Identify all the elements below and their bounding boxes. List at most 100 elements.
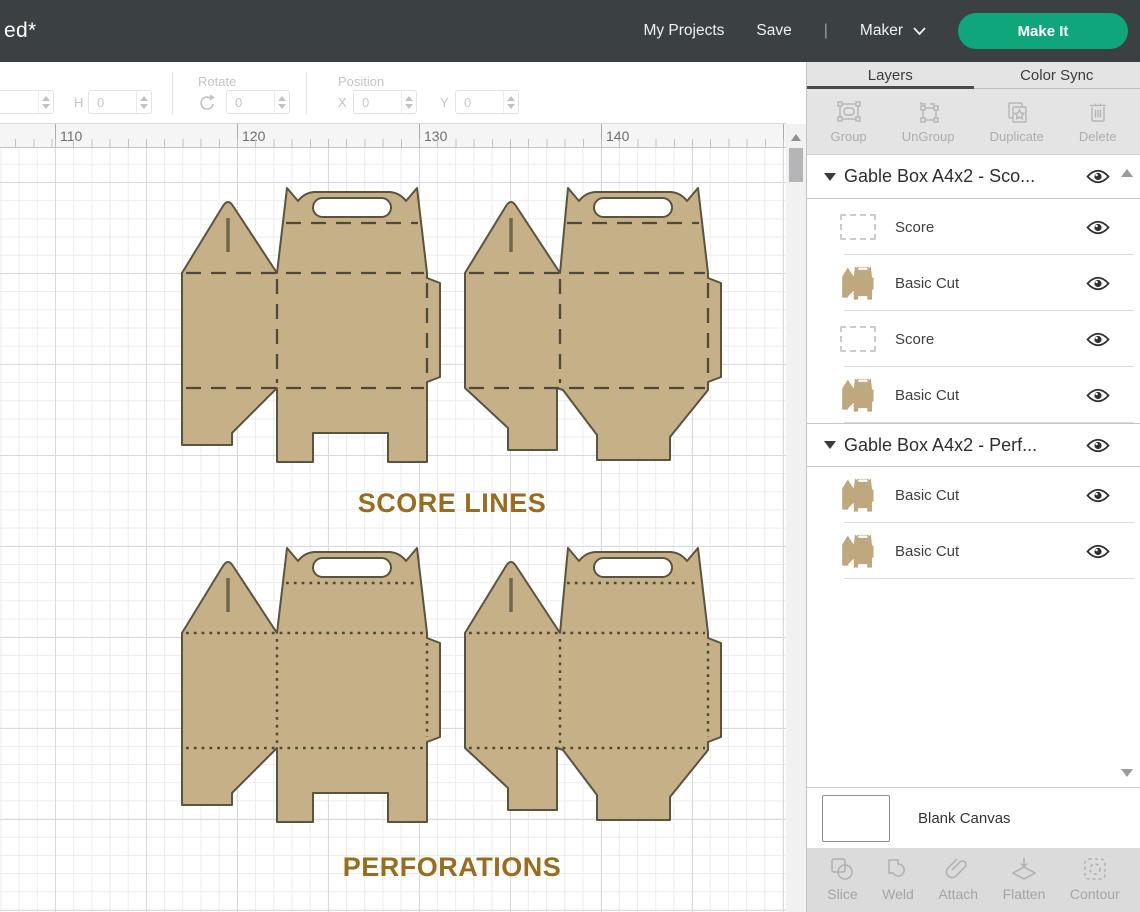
ruler-tick-140: 140 [606,128,629,144]
score-lines-text[interactable]: SCORE LINES [358,488,547,518]
score-line-icon [839,322,877,356]
rotate-field[interactable]: 0 [226,90,290,114]
machine-name: Maker [860,22,903,40]
layer-row-basic-cut[interactable]: Basic Cut [807,523,1140,579]
group-button[interactable]: Group [831,99,867,144]
position-y-field[interactable]: 0 [455,90,519,114]
edit-toolbar: 0 H 0 Rotate 0 Position X 0 [0,62,786,124]
layer-row-score[interactable]: Score [807,311,1140,367]
gable-box-thumbnail-icon [839,266,877,300]
layer-group-row[interactable]: Gable Box A4x2 - Sco... [807,155,1140,199]
position-x-label: X [338,95,347,110]
width-field[interactable]: 0 [0,90,54,114]
perforations-text[interactable]: PERFORATIONS [343,852,562,882]
layer-list: Gable Box A4x2 - Sco... Score [807,155,1140,787]
visibility-eye-icon[interactable] [1086,487,1110,504]
position-x-value: 0 [354,95,401,110]
height-value: 0 [89,95,136,110]
position-y-value: 0 [456,95,503,110]
save-link[interactable]: Save [756,22,791,40]
app-window: ed* My Projects Save | Maker Make It 0 [0,0,1140,912]
tab-color-sync[interactable]: Color Sync [974,62,1140,88]
width-stepper[interactable] [38,91,53,113]
make-it-button[interactable]: Make It [958,13,1128,49]
rotate-label: Rotate [198,74,236,89]
layer-scroll-down-icon[interactable] [1121,769,1133,777]
blank-canvas-row[interactable]: Blank Canvas [807,787,1140,848]
ungroup-button[interactable]: UnGroup [902,99,955,144]
visibility-eye-icon[interactable] [1086,275,1110,292]
layer-row-score[interactable]: Score [807,199,1140,255]
visibility-eye-icon[interactable] [1086,331,1110,348]
slice-button[interactable]: Slice [827,854,857,902]
position-y-stepper[interactable] [503,91,518,113]
position-x-field[interactable]: 0 [353,90,417,114]
group-icon [836,99,862,125]
ruler-tick-120: 120 [242,128,265,144]
position-x-stepper[interactable] [401,91,416,113]
group-title: Gable Box A4x2 - Perf... [844,435,1086,456]
position-y-label: Y [440,95,449,110]
machine-selector[interactable]: Maker [860,22,926,40]
collapse-caret-icon[interactable] [824,441,836,449]
visibility-eye-icon[interactable] [1086,387,1110,404]
layer-group-row[interactable]: Gable Box A4x2 - Perf... [807,423,1140,467]
duplicate-icon [1004,99,1030,125]
tab-layers[interactable]: Layers [807,62,974,88]
width-value: 0 [0,95,38,110]
contour-button[interactable]: Contour [1070,854,1120,902]
scroll-up-arrow-icon[interactable] [791,134,801,141]
position-label: Position [338,74,384,89]
visibility-eye-icon[interactable] [1086,168,1110,185]
rotate-icon[interactable] [198,93,218,113]
blank-canvas-label: Blank Canvas [918,810,1011,827]
horizontal-ruler: 110 120 130 140 [0,124,786,148]
height-stepper[interactable] [136,91,151,113]
flatten-icon [1009,854,1039,884]
visibility-eye-icon[interactable] [1086,437,1110,454]
weld-button[interactable]: Weld [882,854,914,902]
gable-box-template-perf-2[interactable] [465,548,721,820]
flatten-button[interactable]: Flatten [1003,854,1046,902]
gable-box-thumbnail-icon [839,534,877,568]
boolean-tools-bar: Slice Weld Attach Flatten [807,848,1140,912]
weld-icon [883,854,913,884]
duplicate-button[interactable]: Duplicate [990,99,1044,144]
canvas-color-swatch[interactable] [822,795,890,842]
group-title: Gable Box A4x2 - Sco... [844,166,1086,187]
gable-box-template-score-2[interactable] [465,188,721,460]
document-title: ed* [4,19,36,43]
ruler-tick-130: 130 [424,128,447,144]
visibility-eye-icon[interactable] [1086,219,1110,236]
rotate-stepper[interactable] [274,91,289,113]
delete-button[interactable]: Delete [1079,99,1117,144]
height-label: H [74,95,83,110]
canvas-vertical-scrollbar[interactable] [786,124,806,912]
attach-button[interactable]: Attach [938,854,978,902]
visibility-eye-icon[interactable] [1086,543,1110,560]
layer-row-basic-cut[interactable]: Basic Cut [807,255,1140,311]
ruler-tick-110: 110 [60,128,82,144]
trash-icon [1085,99,1111,125]
slice-icon [827,854,857,884]
top-bar: ed* My Projects Save | Maker Make It [0,0,1140,62]
layers-panel: Layers Color Sync Group UnGroup [806,62,1140,912]
design-canvas[interactable]: SCORE LINES PERFORATIONS [0,148,786,912]
layer-scroll-up-icon[interactable] [1121,169,1133,177]
my-projects-link[interactable]: My Projects [643,22,724,40]
collapse-caret-icon[interactable] [824,173,836,181]
topbar-separator: | [824,22,828,40]
chevron-down-icon [913,27,926,35]
layer-row-basic-cut[interactable]: Basic Cut [807,367,1140,423]
panel-tabs: Layers Color Sync [807,62,1140,89]
layer-row-basic-cut[interactable]: Basic Cut [807,467,1140,523]
height-field[interactable]: 0 [88,90,152,114]
gable-box-thumbnail-icon [839,378,877,412]
contour-icon [1080,854,1110,884]
scrollbar-thumb[interactable] [789,148,803,182]
gable-box-template-perf-1[interactable] [182,548,440,822]
rotate-value: 0 [227,95,274,110]
gable-box-template-score-1[interactable] [182,188,440,462]
layer-actions-toolbar: Group UnGroup Duplicate [807,89,1140,155]
paperclip-icon [943,854,973,884]
